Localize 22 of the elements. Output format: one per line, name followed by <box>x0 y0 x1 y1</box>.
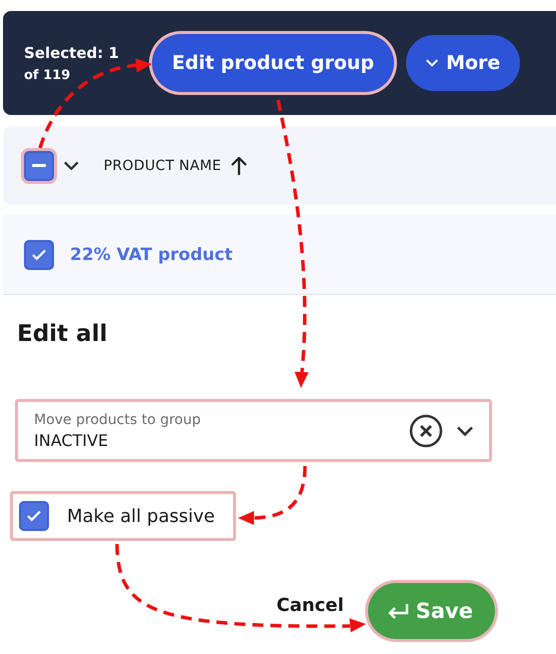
option-label: Make all passive <box>67 506 215 526</box>
more-button[interactable]: More <box>406 35 520 91</box>
total-count: of 119 <box>24 68 72 82</box>
clear-icon[interactable] <box>409 414 443 448</box>
enter-icon <box>386 601 410 621</box>
edit-group-button[interactable]: Edit product group <box>152 34 394 92</box>
chevron-down-icon <box>64 160 79 170</box>
minus-icon <box>32 164 46 167</box>
passive-option[interactable]: Make all passive <box>10 491 236 541</box>
chevron-down-icon <box>426 59 438 67</box>
field-label: Move products to group <box>34 412 202 428</box>
row-checkbox[interactable] <box>24 240 54 270</box>
product-name[interactable]: 22% VAT product <box>70 244 233 264</box>
annotation-arrow <box>238 466 307 525</box>
selected-count: Selected: 1 <box>24 44 120 62</box>
group-select-field[interactable]: Move products to group INACTIVE <box>15 399 492 462</box>
column-header[interactable]: PRODUCT NAME <box>104 158 222 174</box>
field-value: INACTIVE <box>34 430 110 450</box>
chevron-down-icon <box>457 426 473 436</box>
passive-checkbox[interactable] <box>19 501 49 531</box>
cancel-button[interactable]: Cancel <box>276 594 344 616</box>
section-title: Edit all <box>17 321 108 347</box>
